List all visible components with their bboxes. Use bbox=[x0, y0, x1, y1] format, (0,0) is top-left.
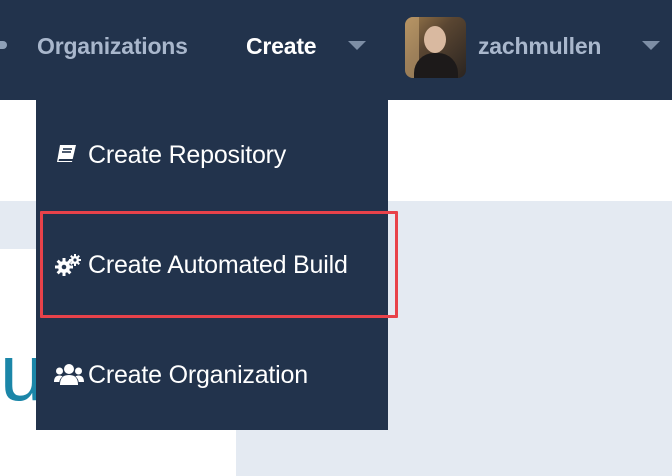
menu-item-create-organization[interactable]: Create Organization bbox=[36, 320, 388, 430]
menu-item-label: Create Repository bbox=[88, 140, 287, 169]
top-navbar: Organizations Create zachmullen bbox=[0, 0, 672, 100]
chevron-down-icon[interactable] bbox=[642, 41, 660, 50]
avatar-face bbox=[424, 26, 446, 53]
nav-create-menu[interactable]: Create bbox=[246, 30, 317, 62]
user-avatar[interactable] bbox=[405, 17, 466, 78]
highlight-box bbox=[40, 211, 398, 318]
nav-edge-marker bbox=[0, 41, 7, 49]
chevron-down-icon[interactable] bbox=[348, 41, 366, 50]
user-menu-name[interactable]: zachmullen bbox=[478, 30, 601, 62]
page-heading-fragment: ur bbox=[0, 328, 36, 417]
avatar-shoulders bbox=[414, 53, 458, 78]
menu-item-create-repository[interactable]: Create Repository bbox=[36, 100, 388, 210]
nav-organizations-link[interactable]: Organizations bbox=[37, 30, 188, 62]
book-icon bbox=[54, 143, 82, 167]
users-icon bbox=[54, 363, 84, 387]
menu-item-label: Create Organization bbox=[88, 360, 308, 389]
